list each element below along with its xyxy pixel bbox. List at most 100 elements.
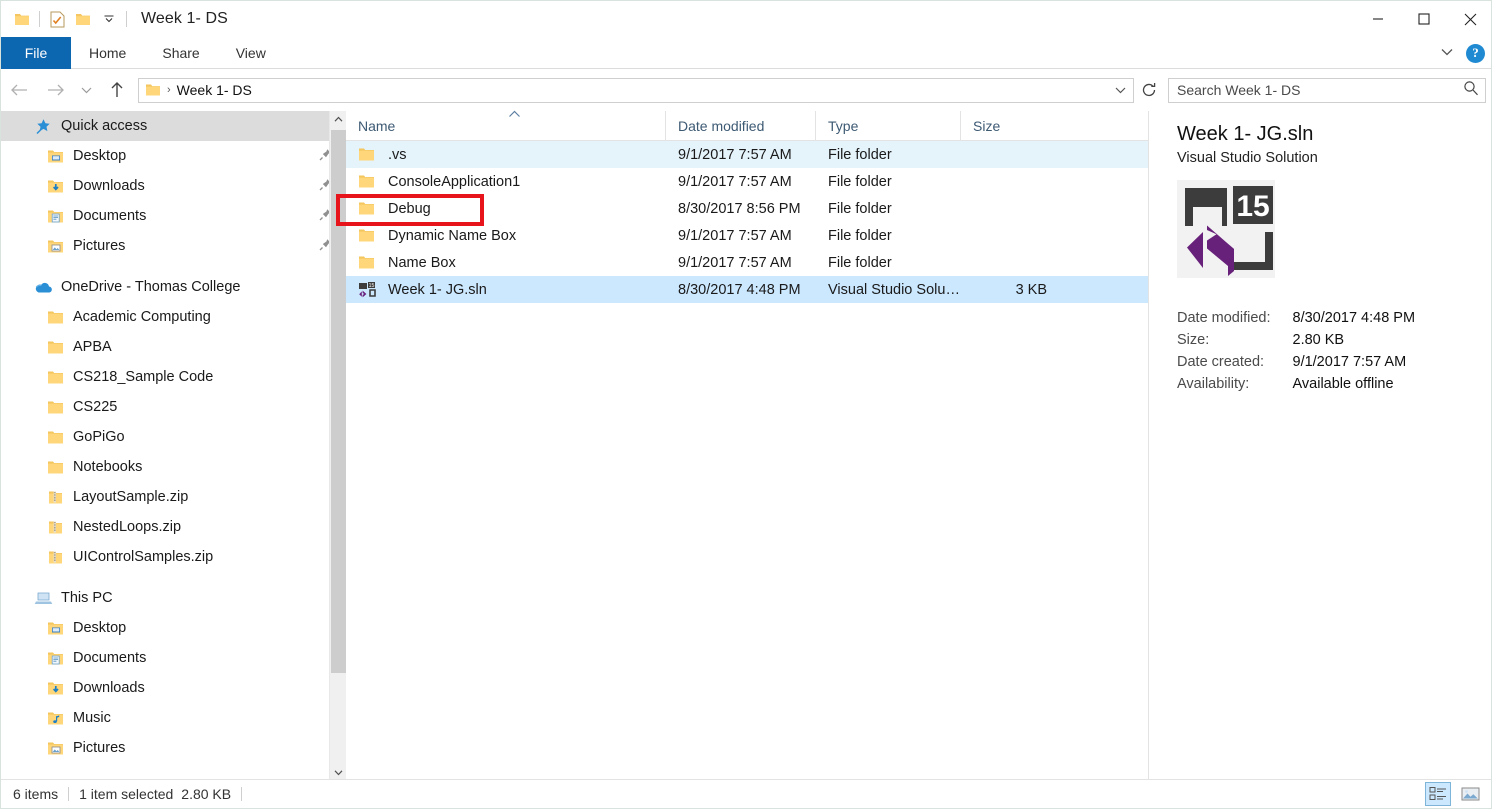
sidebar-item-this-pc[interactable]: This PC bbox=[1, 583, 346, 613]
folder-music-icon bbox=[45, 708, 65, 728]
checklist-icon[interactable] bbox=[44, 6, 70, 32]
folder-downloads-icon bbox=[45, 176, 65, 196]
minimize-button[interactable] bbox=[1355, 1, 1401, 37]
svg-text:15: 15 bbox=[369, 283, 375, 289]
customize-toolbar-chevron-down-icon[interactable] bbox=[96, 6, 122, 32]
sidebar-group-gap-2 bbox=[1, 572, 346, 583]
sidebar-label: This PC bbox=[61, 590, 113, 606]
status-divider-2 bbox=[241, 787, 243, 801]
folder-desktop-icon bbox=[45, 146, 65, 166]
back-button[interactable] bbox=[1, 72, 37, 108]
expand-ribbon-chevron-down-icon[interactable] bbox=[1440, 44, 1454, 62]
column-header-type[interactable]: Type bbox=[816, 111, 961, 140]
file-type-cell: File folder bbox=[828, 227, 892, 244]
details-view-icon[interactable] bbox=[1425, 782, 1451, 806]
column-label: Name bbox=[358, 117, 396, 134]
address-dropdown-chevron-down-icon[interactable] bbox=[1114, 79, 1127, 102]
sidebar-item-academic-computing[interactable]: Academic Computing bbox=[1, 302, 346, 332]
breadcrumb-current-path[interactable]: Week 1- DS bbox=[177, 82, 252, 98]
sidebar-item-thispc-downloads[interactable]: Downloads bbox=[1, 673, 346, 703]
refresh-button[interactable] bbox=[1134, 78, 1164, 103]
folder-icon bbox=[45, 397, 65, 417]
address-bar[interactable]: › Week 1- DS bbox=[138, 77, 1134, 103]
navigation-pane-scrollbar[interactable] bbox=[329, 111, 346, 781]
sidebar-label: Quick access bbox=[61, 118, 148, 134]
sidebar-label: GoPiGo bbox=[73, 429, 125, 445]
scroll-up-arrow-icon[interactable] bbox=[330, 111, 346, 128]
file-type-cell: File folder bbox=[828, 254, 892, 271]
recent-locations-chevron-down-icon[interactable] bbox=[73, 72, 99, 108]
details-pane: Week 1- JG.sln Visual Studio Solution 15 bbox=[1148, 111, 1491, 781]
table-row[interactable]: 15 Week 1- JG.sln 8/30/2017 4:48 PM Visu… bbox=[346, 276, 1148, 303]
status-selection-size: 2.80 KB bbox=[181, 786, 232, 802]
sidebar-item-notebooks[interactable]: Notebooks bbox=[1, 452, 346, 482]
tab-view[interactable]: View bbox=[218, 37, 284, 69]
sidebar-item-uicontrolsamples-zip[interactable]: UIControlSamples.zip bbox=[1, 542, 346, 572]
sidebar-item-cs225[interactable]: CS225 bbox=[1, 392, 346, 422]
sidebar-item-apba[interactable]: APBA bbox=[1, 332, 346, 362]
search-icon[interactable] bbox=[1463, 80, 1479, 101]
sidebar-item-desktop[interactable]: Desktop bbox=[1, 141, 346, 171]
breadcrumb-folder-icon[interactable] bbox=[145, 83, 161, 97]
column-headers: Name Date modified Type Size bbox=[346, 109, 1148, 141]
sidebar-item-downloads[interactable]: Downloads bbox=[1, 171, 346, 201]
zip-icon bbox=[45, 517, 65, 537]
sidebar-item-thispc-desktop[interactable]: Desktop bbox=[1, 613, 346, 643]
table-row[interactable]: Debug 8/30/2017 8:56 PM File folder bbox=[346, 195, 1148, 222]
sidebar-item-thispc-documents[interactable]: Documents bbox=[1, 643, 346, 673]
folder-icon bbox=[358, 201, 378, 216]
sidebar-item-gopigo[interactable]: GoPiGo bbox=[1, 422, 346, 452]
sort-ascending-icon bbox=[508, 109, 521, 121]
details-property-row: Size: 2.80 KB bbox=[1177, 332, 1415, 354]
column-header-size[interactable]: Size bbox=[961, 111, 1061, 140]
sidebar-item-onedrive[interactable]: OneDrive - Thomas College bbox=[1, 272, 346, 302]
sidebar-item-layoutsample-zip[interactable]: LayoutSample.zip bbox=[1, 482, 346, 512]
sidebar-item-pictures[interactable]: Pictures bbox=[1, 231, 346, 261]
sidebar-item-quick-access[interactable]: Quick access bbox=[1, 111, 346, 141]
new-folder-icon[interactable] bbox=[70, 6, 96, 32]
maximize-button[interactable] bbox=[1401, 1, 1447, 37]
column-header-name[interactable]: Name bbox=[346, 109, 666, 140]
tab-share[interactable]: Share bbox=[144, 37, 217, 69]
sidebar-label: Desktop bbox=[73, 148, 127, 164]
properties-folder-icon[interactable] bbox=[9, 6, 35, 32]
window-controls bbox=[1355, 1, 1491, 37]
sidebar-item-thispc-music[interactable]: Music bbox=[1, 703, 346, 733]
file-date-cell: 9/1/2017 7:57 AM bbox=[678, 146, 792, 163]
quick-access-toolbar: Week 1- DS bbox=[1, 1, 228, 37]
table-row[interactable]: .vs 9/1/2017 7:57 AM File folder bbox=[346, 141, 1148, 168]
forward-button[interactable] bbox=[37, 72, 73, 108]
column-header-date-modified[interactable]: Date modified bbox=[666, 111, 816, 140]
sidebar-item-documents[interactable]: Documents bbox=[1, 201, 346, 231]
file-type-cell: File folder bbox=[828, 200, 892, 217]
folder-icon bbox=[45, 307, 65, 327]
navigation-bar: › Week 1- DS bbox=[1, 70, 1491, 110]
file-date-cell: 9/1/2017 7:57 AM bbox=[678, 173, 792, 190]
sidebar-item-cs218-sample-code[interactable]: CS218_Sample Code bbox=[1, 362, 346, 392]
table-row[interactable]: Dynamic Name Box 9/1/2017 7:57 AM File f… bbox=[346, 222, 1148, 249]
tab-file[interactable]: File bbox=[1, 37, 71, 69]
table-row[interactable]: Name Box 9/1/2017 7:57 AM File folder bbox=[346, 249, 1148, 276]
file-name-text: .vs bbox=[388, 146, 407, 163]
tab-home[interactable]: Home bbox=[71, 37, 144, 69]
scrollbar-thumb[interactable] bbox=[331, 130, 346, 673]
folder-icon bbox=[45, 337, 65, 357]
search-box[interactable] bbox=[1168, 77, 1486, 103]
zip-icon bbox=[45, 487, 65, 507]
sidebar-item-nestedloops-zip[interactable]: NestedLoops.zip bbox=[1, 512, 346, 542]
help-icon[interactable]: ? bbox=[1466, 43, 1485, 63]
folder-icon bbox=[45, 367, 65, 387]
table-row[interactable]: ConsoleApplication1 9/1/2017 7:57 AM Fil… bbox=[346, 168, 1148, 195]
large-icons-view-icon[interactable] bbox=[1457, 782, 1483, 806]
sidebar-item-thispc-pictures[interactable]: Pictures bbox=[1, 733, 346, 763]
breadcrumb-separator[interactable]: › bbox=[167, 84, 171, 96]
up-button[interactable] bbox=[99, 72, 135, 108]
folder-desktop-icon bbox=[45, 618, 65, 638]
folder-icon bbox=[358, 174, 378, 189]
search-input[interactable] bbox=[1177, 82, 1463, 98]
file-date-cell: 9/1/2017 7:57 AM bbox=[678, 227, 792, 244]
window-title: Week 1- DS bbox=[141, 10, 228, 27]
file-explorer-window: Week 1- DS File Home Share View ? › Week… bbox=[0, 0, 1492, 809]
close-button[interactable] bbox=[1447, 1, 1491, 37]
status-item-count: 6 items bbox=[13, 786, 59, 802]
